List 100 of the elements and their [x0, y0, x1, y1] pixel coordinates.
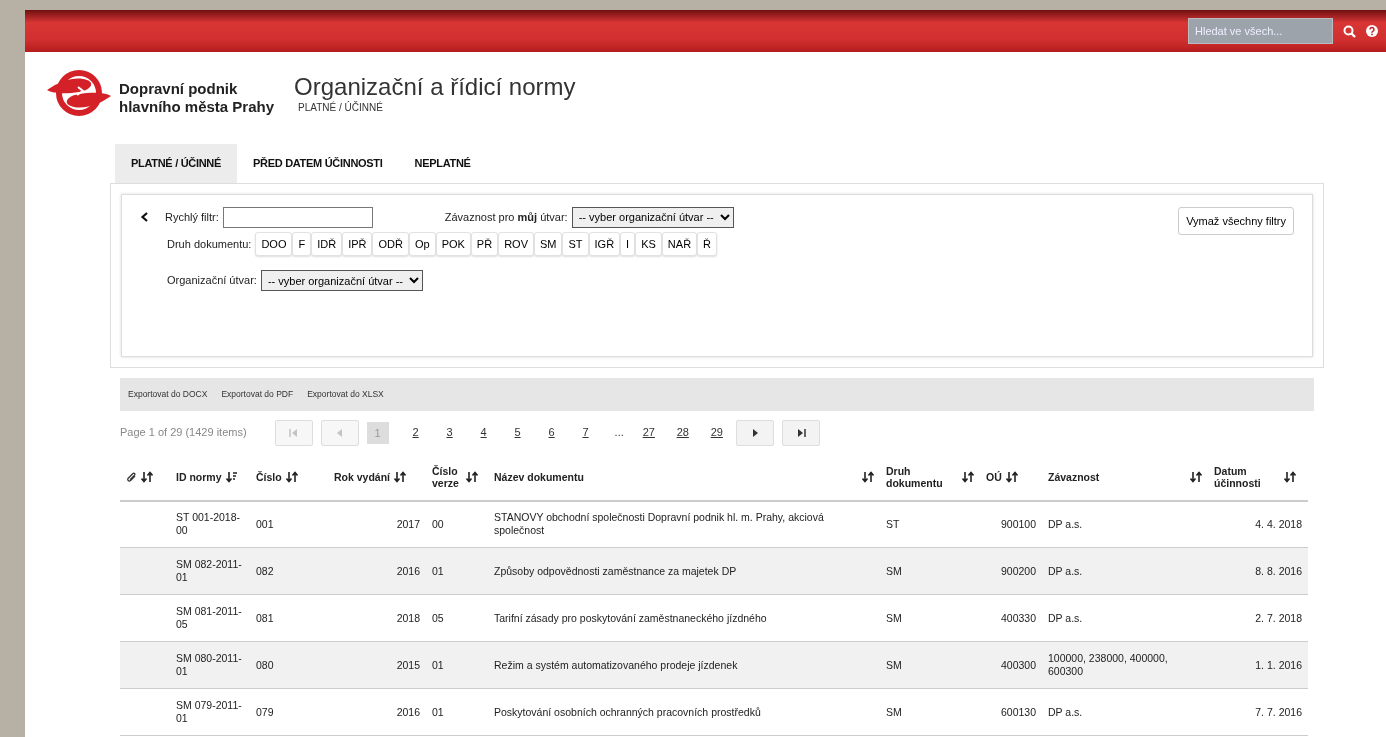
unit-dropdown[interactable]: -- vyber organizační útvar --: [571, 206, 734, 228]
column-header[interactable]: Datum účinnosti: [1214, 465, 1280, 489]
column-header[interactable]: Druh dokumentu: [886, 465, 952, 489]
document-type-toggle[interactable]: ROV: [498, 231, 534, 256]
page-link[interactable]: 3: [434, 424, 465, 441]
table-cell: 01: [426, 547, 488, 595]
skip-forward-icon: [795, 427, 806, 438]
table-cell: SM: [880, 688, 980, 736]
document-type-toggle[interactable]: SM: [534, 231, 563, 256]
column-header[interactable]: Číslo: [256, 471, 282, 483]
table-cell: Způsoby odpovědnosti zaměstnance za majetek DP: [488, 547, 880, 595]
document-type-toggle[interactable]: Op: [408, 231, 436, 256]
sort-icon[interactable]: [285, 471, 298, 483]
table-cell: 00: [426, 500, 488, 548]
table-cell: SM: [880, 594, 980, 642]
pager-ellipsis: ...: [614, 425, 624, 441]
page-link[interactable]: 29: [701, 424, 732, 441]
document-type-toggle[interactable]: ST: [562, 231, 589, 256]
table-cell: SM: [880, 641, 980, 689]
page-link[interactable]: 2: [400, 424, 431, 441]
sort-icon[interactable]: [466, 471, 478, 483]
sort-icon[interactable]: [1190, 471, 1202, 483]
document-type-toggle[interactable]: F: [292, 231, 312, 256]
page-link[interactable]: 5: [502, 424, 533, 441]
column-header[interactable]: Rok vydání: [334, 471, 391, 483]
unit-dropdown[interactable]: -- vyber organizační útvar --: [260, 270, 423, 291]
table-cell: STANOVY obchodní společnosti Dopravní podnik hl. m. Prahy, akciová společnost: [488, 500, 880, 548]
table-cell: 4. 4. 2018: [1208, 500, 1308, 548]
table-cell: 7. 7. 2016: [1208, 688, 1308, 736]
sort-icon[interactable]: [1005, 471, 1018, 483]
logo-icon: [45, 68, 113, 118]
document-type-toggle[interactable]: PŘ: [470, 231, 499, 256]
page-subtitle: PLATNÉ / ÚČINNÉ: [298, 101, 383, 115]
quick-filter-field[interactable]: [222, 206, 373, 228]
skip-back-icon: [288, 427, 299, 438]
search-field[interactable]: Hledat ve všech...: [1188, 18, 1333, 44]
document-type-toggle[interactable]: IPŘ: [342, 231, 373, 256]
column-header[interactable]: ID normy: [176, 471, 222, 483]
table-cell: DP a.s.: [1042, 688, 1208, 736]
document-type-toggle[interactable]: Ř: [697, 231, 718, 256]
document-type-toggle[interactable]: IGŘ: [588, 231, 621, 256]
tab[interactable]: NEPLATNÉ: [398, 144, 487, 183]
export-link[interactable]: Exportovat do XLSX: [307, 387, 384, 401]
table-cell: SM: [880, 547, 980, 595]
document-type-toggle[interactable]: IDŘ: [311, 231, 343, 256]
column-header[interactable]: OÚ: [986, 471, 1002, 483]
sort-icon[interactable]: [394, 471, 407, 483]
column-header[interactable]: Číslo verze: [432, 465, 462, 489]
paperclip-icon: [126, 471, 137, 483]
company-name: Dopravní podnik: [119, 80, 239, 98]
filter-label: Závaznost pro můj útvar:: [444, 209, 568, 225]
document-type-toggle[interactable]: POK: [435, 231, 471, 256]
last-page-button[interactable]: [781, 419, 820, 446]
sort-icon[interactable]: [862, 471, 874, 483]
table-cell: 400300: [980, 641, 1042, 689]
filter-label: Rychlý filtr:: [165, 209, 219, 225]
table-cell: 2016: [328, 547, 426, 595]
sort-icon[interactable]: [141, 471, 153, 483]
column-header[interactable]: Závaznost: [1048, 471, 1100, 483]
table-cell: DP a.s.: [1042, 500, 1208, 548]
table-cell: 2017: [328, 500, 426, 548]
page-link[interactable]: 4: [468, 424, 499, 441]
tab[interactable]: PLATNÉ / ÚČINNÉ: [115, 144, 238, 183]
document-type-toggle[interactable]: I: [620, 231, 636, 256]
table-cell: 600130: [980, 688, 1042, 736]
page-link[interactable]: 6: [536, 424, 567, 441]
help-icon[interactable]: [1366, 25, 1378, 37]
table-cell: DP a.s.: [1042, 594, 1208, 642]
search-icon[interactable]: [1343, 24, 1356, 38]
page-link[interactable]: 27: [633, 424, 664, 441]
sort-descending-icon[interactable]: [225, 471, 238, 483]
page-link[interactable]: 7: [570, 424, 601, 441]
export-link[interactable]: Exportovat do PDF: [221, 387, 294, 401]
table-cell: 01: [426, 641, 488, 689]
table-cell: 900200: [980, 547, 1042, 595]
table-cell: DP a.s.: [1042, 547, 1208, 595]
back-chevron-icon[interactable]: [140, 212, 149, 222]
company-name: hlavního města Prahy: [119, 98, 275, 116]
table-cell: SM 079-2011-01: [170, 688, 250, 736]
filter-label: Organizační útvar:: [167, 273, 257, 289]
column-header[interactable]: Název dokumentu: [494, 471, 584, 483]
document-type-toggle[interactable]: ODŘ: [372, 231, 409, 256]
page-link[interactable]: 28: [667, 424, 698, 441]
document-type-toggle[interactable]: DOO: [255, 231, 293, 256]
table-cell: 05: [426, 594, 488, 642]
table-cell: Režim a systém automatizovaného prodeje jízdenek: [488, 641, 880, 689]
table-cell: SM 082-2011-01: [170, 547, 250, 595]
sort-icon[interactable]: [1284, 471, 1296, 483]
table-cell: 001: [250, 500, 328, 548]
sort-icon[interactable]: [962, 471, 974, 483]
table-cell: SM 081-2011-05: [170, 594, 250, 642]
tab[interactable]: PŘED DATEM ÚČINNOSTI: [237, 144, 399, 183]
export-link[interactable]: Exportovat do DOCX: [128, 387, 208, 401]
table-cell: 2016: [328, 688, 426, 736]
table-cell: ST: [880, 500, 980, 548]
clear-filters-button[interactable]: Vymaž všechny filtry: [1178, 206, 1294, 235]
table-cell: SM 080-2011-01: [170, 641, 250, 689]
document-type-toggle[interactable]: NAŘ: [661, 231, 698, 256]
table-cell: 080: [250, 641, 328, 689]
document-type-toggle[interactable]: KS: [635, 231, 662, 256]
